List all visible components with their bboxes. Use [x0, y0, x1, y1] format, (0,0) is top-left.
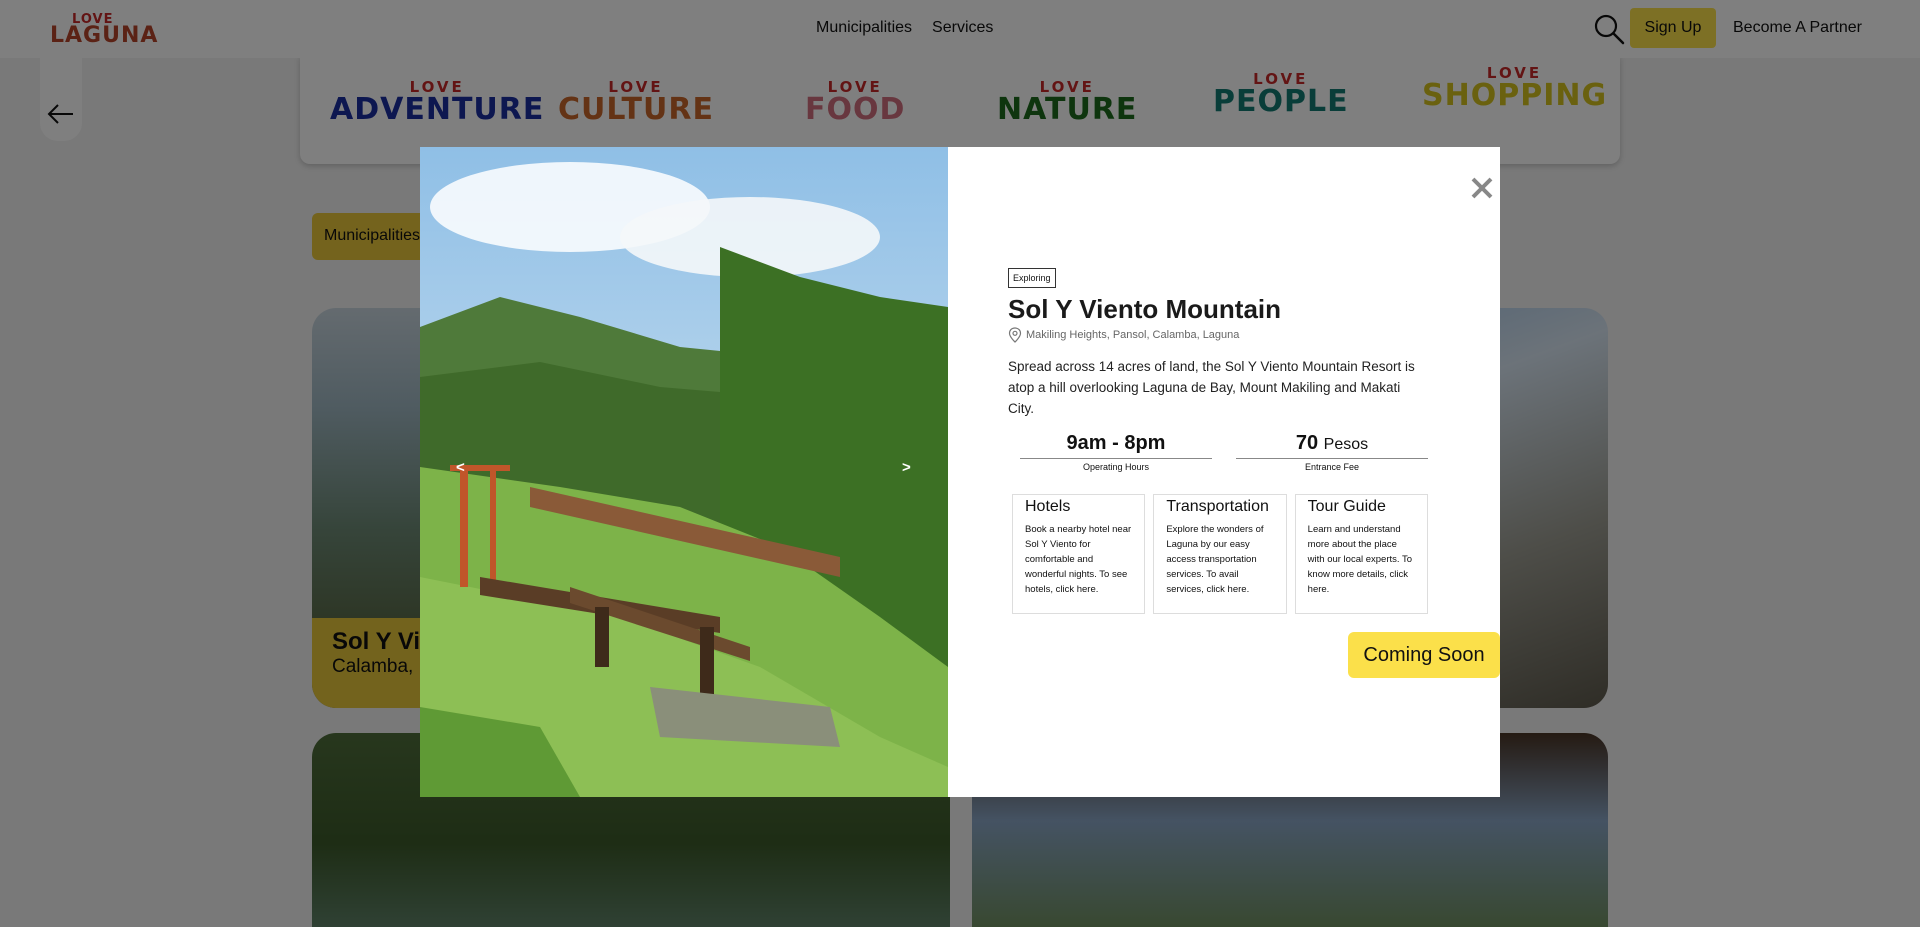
service-card-title: Tour Guide [1307, 498, 1386, 515]
entrance-fee-amount: 70 Pesos [1236, 432, 1428, 455]
mountain-landscape-image [420, 147, 948, 797]
place-stats: 9am - 8pm Operating Hours 70 Pesos Entra… [1008, 432, 1428, 472]
service-card-text: Learn and understand more about the plac… [1307, 524, 1413, 595]
operating-hours-value: 9am - 8pm [1066, 432, 1166, 454]
entrance-fee: 70 Pesos Entrance Fee [1236, 432, 1428, 472]
divider [1236, 458, 1428, 459]
divider [1020, 458, 1212, 459]
category-tag: Exploring [1008, 268, 1056, 288]
photo-next-button[interactable]: > [902, 459, 911, 476]
place-info-body: Exploring Sol Y Viento Mountain Makiling… [1008, 268, 1500, 678]
place-info-panel: Exploring Sol Y Viento Mountain Makiling… [948, 147, 1500, 797]
service-card-hotels[interactable]: Hotels Book a nearby hotel near Sol Y Vi… [1012, 494, 1146, 614]
place-photo: < > [420, 147, 948, 797]
location-text: Makiling Heights, Pansol, Calamba, Lagun… [1026, 329, 1240, 341]
photo-prev-button[interactable]: < [456, 459, 465, 476]
service-card-text: Book a nearby hotel near Sol Y Viento fo… [1025, 524, 1132, 595]
service-card-title: Transportation [1166, 498, 1269, 515]
place-detail-modal: < > Exploring Sol Y Viento Mountain Maki… [420, 147, 1500, 797]
entrance-fee-value: 70 [1295, 432, 1319, 454]
place-description: Spread across 14 acres of land, the Sol … [1008, 359, 1415, 416]
close-icon[interactable] [1468, 174, 1496, 202]
service-card-transportation[interactable]: Transportation Explore the wonders of La… [1153, 494, 1287, 614]
place-title: Sol Y Viento Mountain [1008, 294, 1282, 324]
place-location: Makiling Heights, Pansol, Calamba, Lagun… [1008, 327, 1428, 343]
operating-hours-label: Operating Hours [1082, 462, 1150, 472]
location-pin-icon [1008, 327, 1022, 343]
service-card-tour-guide[interactable]: Tour Guide Learn and understand more abo… [1294, 494, 1428, 614]
operating-hours: 9am - 8pm Operating Hours [1020, 432, 1212, 472]
service-card-text: Explore the wonders of Laguna by our eas… [1166, 524, 1264, 595]
entrance-fee-unit: Pesos [1323, 436, 1369, 453]
service-card-title: Hotels [1025, 498, 1071, 515]
coming-soon-button[interactable]: Coming Soon [1348, 632, 1500, 678]
service-cards: Hotels Book a nearby hotel near Sol Y Vi… [1008, 494, 1428, 614]
entrance-fee-label: Entrance Fee [1304, 462, 1360, 472]
